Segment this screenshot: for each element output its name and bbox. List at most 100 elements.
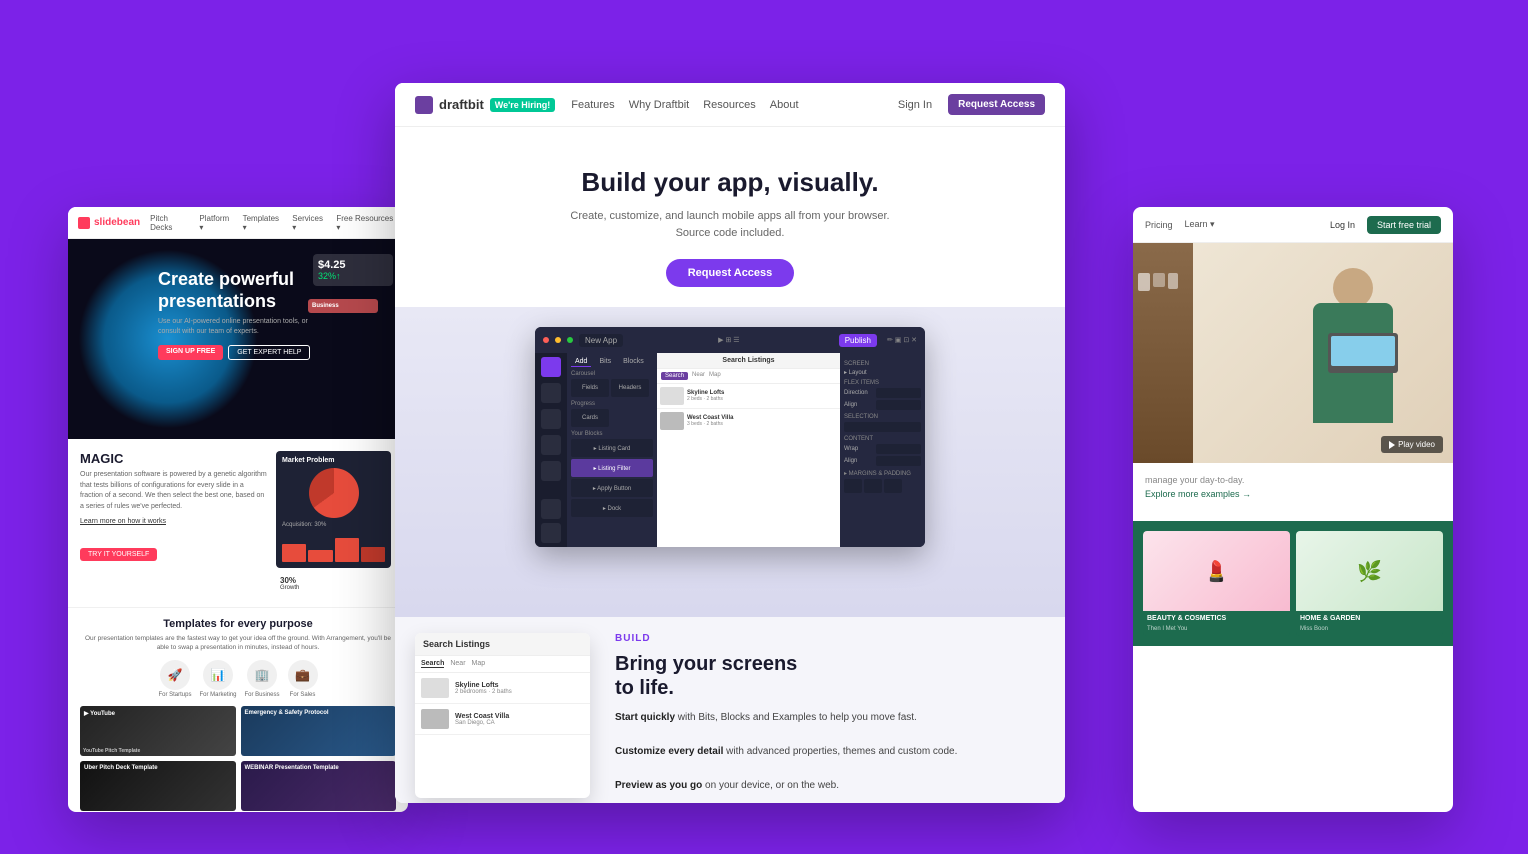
build-section: Search Listings Search Near Map APIs & S… [395, 617, 1065, 803]
right-nav-pricing[interactable]: Pricing [1145, 220, 1173, 230]
margin-right[interactable] [864, 479, 882, 493]
left-nav: slidebean Pitch Decks Platform ▾ Templat… [68, 207, 408, 239]
listing-card-item[interactable]: ▸ Listing Card [571, 439, 653, 457]
jar-3 [1168, 273, 1178, 289]
right-nav-login[interactable]: Log In [1330, 220, 1355, 230]
canvas-tab-map[interactable]: Map [709, 372, 721, 380]
sidebar-icon-4[interactable] [541, 435, 561, 455]
cat-business: 🏢 For Business [245, 660, 280, 698]
canvas-tab-near[interactable]: Near [692, 372, 705, 380]
request-access-hero-button[interactable]: Request Access [666, 259, 795, 287]
startups-label: For Startups [158, 692, 191, 698]
nav-why[interactable]: Why Draftbit [629, 99, 690, 111]
template-youtube[interactable]: ▶ YouTube YouTube Pitch Template [80, 706, 236, 756]
tab-bits[interactable]: Bits [595, 357, 615, 367]
cards-item[interactable]: Cards [571, 409, 609, 427]
app-builder-mockup: New App ▶ ⊞ ☰ Publish ✏ ▣ ⊡ ✕ [535, 327, 925, 547]
sidebar-icon-2[interactable] [541, 383, 561, 403]
margin-top[interactable] [844, 479, 862, 493]
search-listings-tabs: Search Near Map [415, 656, 590, 673]
headers-item[interactable]: Headers [611, 379, 649, 397]
prop-screen-section: SCREEN [844, 361, 921, 367]
build-point-3: Preview as you go on your device, or on … [615, 778, 1045, 794]
magic-left: MAGIC Our presentation software is power… [80, 451, 268, 561]
builder-extra-icons: ✏ ▣ ⊡ ✕ [887, 336, 917, 344]
nav-link-services[interactable]: Services ▾ [292, 214, 328, 232]
nav-features[interactable]: Features [571, 99, 614, 111]
canvas-tab-search[interactable]: Search [661, 372, 688, 380]
draftbit-logo: draftbit We're Hiring! [415, 96, 555, 114]
build-bold-3: Preview as you go [615, 780, 702, 791]
jar-1 [1138, 273, 1150, 291]
prop-align2-value[interactable] [876, 456, 921, 466]
magic-try-button[interactable]: TRY IT YOURSELF [80, 548, 157, 561]
hero-buttons: SIGN UP FREE GET EXPERT HELP [158, 345, 318, 360]
sidebar-icon-user[interactable] [541, 523, 561, 543]
template-uber[interactable]: Uber Pitch Deck Template [80, 761, 236, 811]
sidebar-icon-5[interactable] [541, 461, 561, 481]
carousel-section: Carousel [571, 371, 653, 377]
sales-icon: 💼 [288, 660, 318, 690]
nav-link-templates[interactable]: Templates ▾ [243, 214, 285, 232]
new-app-tab[interactable]: New App [579, 334, 623, 347]
right-nav: Pricing Learn ▾ Log In Start free trial [1133, 207, 1453, 243]
template-webinar[interactable]: WEBINAR Presentation Template [241, 761, 397, 811]
canvas-tabs: Search Near Map [657, 369, 840, 384]
beauty-icon: 💄 [1204, 559, 1229, 584]
prop-sel-value[interactable] [844, 422, 921, 432]
margin-left[interactable] [884, 479, 902, 493]
hero-float-card: $4.25 32%↑ [313, 254, 393, 286]
sales-label: For Sales [288, 692, 318, 698]
fields-item[interactable]: Fields [571, 379, 609, 397]
marketing-label: For Marketing [199, 692, 236, 698]
tab-near[interactable]: Near [450, 660, 465, 668]
build-bold-2: Customize every detail [615, 746, 723, 757]
sidebar-icon-settings[interactable] [541, 499, 561, 519]
play-video-button[interactable]: Play video [1381, 436, 1443, 453]
draftbit-logo-text: draftbit [439, 97, 484, 112]
expert-button[interactable]: GET EXPERT HELP [228, 345, 310, 360]
builder-sidebar-icons [535, 353, 567, 547]
bar-4 [361, 547, 385, 562]
right-content: manage your day-to-day. Explore more exa… [1133, 463, 1453, 521]
nav-link-pitchdecks[interactable]: Pitch Decks [150, 214, 191, 232]
signin-link[interactable]: Sign In [898, 99, 932, 111]
nav-about[interactable]: About [770, 99, 799, 111]
prop-align-value[interactable] [876, 400, 921, 410]
signup-button[interactable]: SIGN UP FREE [158, 345, 223, 360]
build-text: BUILD Bring your screensto life. Start q… [615, 633, 1045, 798]
stats-card: 30% Growth [276, 572, 396, 595]
build-content: Search Listings Search Near Map APIs & S… [415, 633, 1045, 798]
garden-bg: 🌿 [1296, 531, 1443, 611]
publish-button[interactable]: Publish [839, 334, 877, 347]
magic-link[interactable]: Learn more on how it works [80, 518, 268, 525]
tab-blocks[interactable]: Blocks [619, 357, 648, 367]
sidebar-icon-1[interactable] [541, 357, 561, 377]
tab-search[interactable]: Search [421, 660, 444, 668]
gallery-item-beauty[interactable]: 💄 BEAUTY & COSMETICS Then I Met You [1143, 531, 1290, 636]
nav-link-resources[interactable]: Free Resources ▾ [336, 214, 398, 232]
builder-properties-panel: SCREEN ▸ Layout FLEX ITEMS Direction Ali… [840, 353, 925, 547]
right-nav-trial-button[interactable]: Start free trial [1367, 216, 1441, 234]
magic-section: MAGIC Our presentation software is power… [68, 439, 408, 608]
cat-marketing: 📊 For Marketing [199, 660, 236, 698]
request-access-nav-button[interactable]: Request Access [948, 94, 1045, 115]
nav-resources[interactable]: Resources [703, 99, 756, 111]
sidebar-icon-3[interactable] [541, 409, 561, 429]
draftbit-hero: Build your app, visually. Create, custom… [395, 127, 1065, 307]
right-nav-learn[interactable]: Learn ▾ [1185, 219, 1215, 230]
dock-item[interactable]: ▸ Dock [571, 499, 653, 517]
prop-direction-value[interactable] [876, 388, 921, 398]
template-emergency[interactable]: Emergency & Safety Protocol [241, 706, 397, 756]
explore-link[interactable]: Explore more examples → [1145, 489, 1441, 499]
listing-filter-item[interactable]: ▸ Listing Filter [571, 459, 653, 477]
tab-add[interactable]: Add [571, 357, 591, 367]
apply-button-item[interactable]: ▸ Apply Button [571, 479, 653, 497]
gallery-item-garden[interactable]: 🌿 HOME & GARDEN Miss Boon [1296, 531, 1443, 636]
prop-align-label: Align [844, 402, 874, 408]
listing-item-2: West Coast Villa San Diego, CA [415, 704, 590, 735]
prop-wrap-value[interactable] [876, 444, 921, 454]
tab-map[interactable]: Map [472, 660, 486, 668]
business-icon: 🏢 [247, 660, 277, 690]
nav-link-platform[interactable]: Platform ▾ [199, 214, 234, 232]
